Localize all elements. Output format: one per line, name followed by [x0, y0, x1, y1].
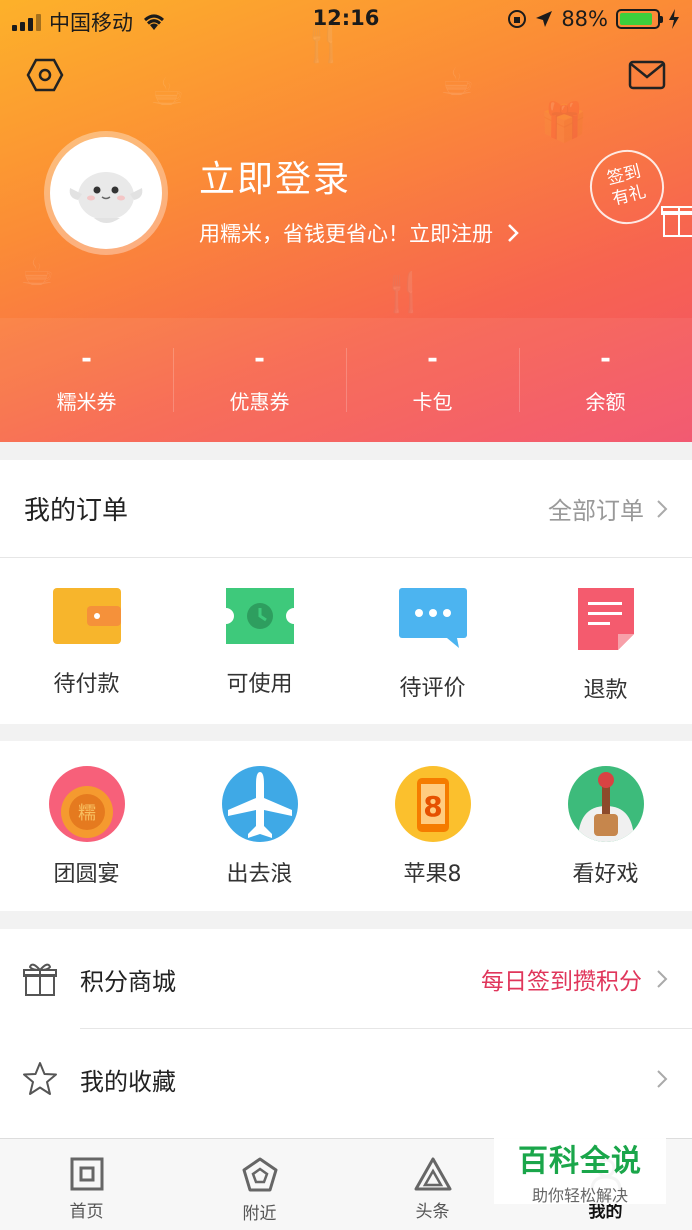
orders-header: 我的订单 全部订单 — [0, 460, 692, 558]
stat-balance[interactable]: - 余额 — [519, 318, 692, 442]
orders-title: 我的订单 — [24, 496, 129, 526]
tab-label: 附近 — [242, 1204, 277, 1224]
background-doodle: ☕ — [150, 70, 185, 114]
battery-percent: 88% — [561, 7, 608, 31]
airplane-icon — [221, 766, 298, 842]
gift-box-icon — [661, 206, 692, 237]
order-item-label: 待评价 — [399, 676, 466, 701]
stat-value: - — [427, 344, 438, 374]
login-title[interactable]: 立即登录 — [199, 150, 351, 202]
battery-icon — [616, 9, 663, 29]
background-doodle: ☕ — [440, 60, 475, 104]
stat-value: - — [254, 344, 265, 374]
chevron-right-icon — [657, 1070, 668, 1088]
profile-header: ☕ 🍴 ☕ 🎁 ☕ 🍴 中国移动 12:16 88% 立即登录 用糯米，省钱更省… — [0, 0, 692, 442]
list-item-points-mall[interactable]: 积分商城 每日签到攒积分 — [0, 929, 692, 1029]
stat-nuomi-coupon[interactable]: - 糯米券 — [0, 318, 173, 442]
daily-signin-hint: 每日签到攒积分 — [481, 969, 642, 995]
tab-label: 首页 — [69, 1202, 104, 1222]
stat-card-wallet[interactable]: - 卡包 — [346, 318, 519, 442]
status-bar: 中国移动 12:16 88% — [0, 0, 692, 40]
pentagon-location-icon — [242, 1157, 277, 1192]
stat-value: - — [600, 344, 611, 374]
all-orders-link[interactable]: 全部订单 — [548, 491, 668, 526]
tab-nearby[interactable]: 附近 — [173, 1139, 346, 1230]
document-icon — [577, 588, 634, 650]
watermark-title: 百科全说 — [518, 1144, 642, 1179]
avatar[interactable] — [44, 131, 168, 255]
account-stats: - 糯米券 - 优惠券 - 卡包 - 余额 — [0, 318, 692, 442]
promo-label: 出去浪 — [226, 862, 293, 887]
all-orders-label: 全部订单 — [548, 497, 644, 525]
list-item-label: 积分商城 — [80, 967, 176, 996]
star-icon — [23, 1062, 57, 1095]
chevron-right-icon — [657, 499, 668, 518]
my-orders-card: 我的订单 全部订单 待付款 可使用 待评价 退款 — [0, 460, 692, 724]
chevron-right-icon — [508, 224, 519, 242]
order-item-label: 可使用 — [226, 672, 293, 697]
hexagon-settings-icon[interactable] — [26, 56, 64, 94]
register-link[interactable]: 用糯米，省钱更省心！立即注册 — [199, 218, 519, 248]
phone-8-icon: 8 — [394, 766, 471, 842]
stat-label: 糯米券 — [56, 390, 117, 414]
promo-label: 看好戏 — [572, 862, 639, 887]
orientation-lock-icon — [508, 10, 527, 28]
promo-reunion-feast[interactable]: 糯 团圆宴 — [0, 741, 173, 888]
order-ready-to-use[interactable]: 可使用 — [173, 558, 346, 704]
envelope-icon[interactable] — [628, 58, 666, 92]
promo-iphone8[interactable]: 8 苹果8 — [346, 741, 519, 888]
home-square-icon — [70, 1157, 103, 1191]
order-refund[interactable]: 退款 — [519, 558, 692, 704]
mooncake-icon: 糯 — [48, 766, 125, 842]
tab-home[interactable]: 首页 — [0, 1139, 173, 1230]
watermark-subtitle: 助你轻松解决 — [531, 1186, 628, 1205]
svg-text:8: 8 — [423, 790, 442, 823]
order-item-label: 待付款 — [53, 672, 120, 697]
list-item-label: 我的收藏 — [80, 1067, 176, 1096]
stat-label: 余额 — [585, 390, 626, 414]
stat-label: 卡包 — [412, 390, 453, 414]
svg-text:糯: 糯 — [78, 803, 96, 824]
order-pending-review[interactable]: 待评价 — [346, 558, 519, 704]
triangle-news-icon — [414, 1157, 451, 1191]
gift-icon — [23, 963, 57, 996]
mascot-avatar-icon — [69, 172, 143, 223]
wallet-icon — [52, 588, 121, 644]
background-doodle: 🍴 — [380, 270, 428, 314]
stat-discount-coupon[interactable]: - 优惠券 — [173, 318, 346, 442]
promo-travel[interactable]: 出去浪 — [173, 741, 346, 888]
watermark: 百科全说 助你轻松解决 — [494, 1128, 666, 1205]
promotion-grid: 糯 团圆宴 出去浪 8 苹果8 看好戏 — [0, 741, 692, 911]
chevron-right-icon — [657, 970, 668, 988]
location-arrow-icon — [536, 11, 553, 27]
stat-label: 优惠券 — [229, 390, 290, 414]
promo-label: 苹果8 — [403, 862, 462, 887]
order-pending-payment[interactable]: 待付款 — [0, 558, 173, 704]
list-item-favorites[interactable]: 我的收藏 — [0, 1029, 692, 1129]
menu-list: 积分商城 每日签到攒积分 我的收藏 — [0, 929, 692, 1139]
promo-theater[interactable]: 看好戏 — [519, 741, 692, 888]
register-link-label: 用糯米，省钱更省心！立即注册 — [199, 222, 493, 246]
ticket-clock-icon — [225, 588, 294, 644]
signin-gift-badge[interactable]: 签到 有礼 — [582, 142, 672, 232]
chat-bubble-icon — [398, 588, 467, 648]
tab-label: 头条 — [415, 1202, 450, 1222]
background-doodle: ☕ — [20, 250, 55, 294]
opera-icon — [567, 766, 644, 842]
order-item-label: 退款 — [583, 678, 628, 703]
stat-value: - — [81, 344, 92, 374]
charging-bolt-icon — [669, 9, 679, 29]
promo-label: 团圆宴 — [53, 862, 120, 887]
background-doodle: 🎁 — [540, 100, 588, 144]
